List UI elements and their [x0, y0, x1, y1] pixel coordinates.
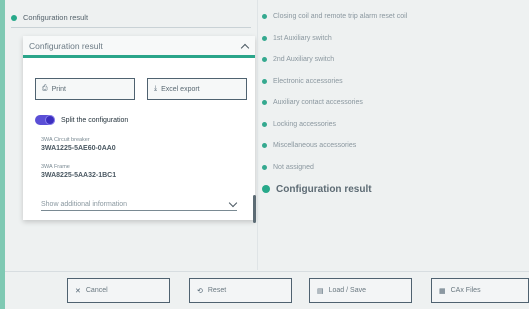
print-label: Print	[51, 85, 67, 93]
circuit-breaker-spec: 3WA Circuit breaker 3WA1225-5AE60-0AA0	[41, 137, 116, 152]
bullet-icon	[262, 57, 267, 63]
load-save-button[interactable]: ▤ Load / Save	[309, 278, 412, 303]
bullet-icon	[11, 14, 17, 21]
nav-item-label: Locking accessories	[273, 120, 337, 128]
nav-item[interactable]: Miscellaneous accessories	[262, 135, 407, 157]
spec-label: 3WA Circuit breaker	[41, 137, 90, 143]
left-column: Configuration result Configuration resul…	[5, 0, 255, 270]
chevron-down-icon	[229, 200, 237, 208]
panel-header[interactable]: Configuration result	[23, 36, 255, 58]
breadcrumb[interactable]: Configuration result	[11, 8, 251, 28]
cancel-label: Cancel	[85, 287, 108, 294]
nav-item-label: 2nd Auxiliary switch	[273, 56, 335, 64]
bullet-icon	[262, 164, 267, 170]
nav-item[interactable]: Electronic accessories	[262, 71, 407, 93]
bullet-icon	[262, 35, 267, 41]
nav-item-label: 1st Auxiliary switch	[273, 34, 332, 42]
load-save-label: Load / Save	[328, 287, 366, 294]
bullet-icon	[262, 143, 267, 149]
close-icon: ✕	[75, 287, 81, 295]
file-icon: ▦	[439, 287, 446, 295]
navigation-list: Closing coil and remote trip alarm reset…	[262, 6, 407, 200]
reset-button[interactable]: ⟲ Reset	[189, 278, 292, 303]
bullet-icon	[262, 78, 267, 84]
nav-item[interactable]: Locking accessories	[262, 114, 407, 136]
scrollbar-thumb[interactable]	[253, 195, 256, 223]
download-icon: ⤓	[154, 85, 158, 92]
nav-item[interactable]: 2nd Auxiliary switch	[262, 49, 407, 71]
spec-value: 3WA8225-5AA32-1BC1	[41, 172, 117, 179]
footer-divider	[5, 271, 529, 272]
folder-icon: ▤	[317, 287, 324, 295]
bullet-icon	[262, 185, 270, 193]
nav-item[interactable]: Closing coil and remote trip alarm reset…	[262, 6, 407, 28]
frame-spec: 3WA Frame 3WA8225-5AA32-1BC1	[41, 164, 116, 179]
export-buttons: ⎙ Print ⤓ Excel export	[35, 78, 247, 100]
print-button[interactable]: ⎙ Print	[35, 78, 135, 100]
nav-item[interactable]: 1st Auxiliary switch	[262, 28, 407, 50]
split-configuration-label: Split the configuration	[61, 116, 129, 124]
nav-item-label: Not assigned	[273, 163, 314, 171]
cax-files-button[interactable]: ▦ CAx Files	[431, 278, 529, 303]
split-configuration-row: Split the configuration	[35, 115, 128, 125]
reset-label: Reset	[207, 287, 227, 294]
nav-item-label: Miscellaneous accessories	[273, 142, 357, 150]
chevron-up-icon[interactable]	[241, 42, 249, 50]
nav-item-label: Auxiliary contact accessories	[273, 99, 363, 107]
nav-item-label: Electronic accessories	[273, 77, 343, 85]
nav-item[interactable]: Not assigned	[262, 157, 407, 179]
cancel-button[interactable]: ✕ Cancel	[67, 278, 170, 303]
spec-value: 3WA1225-5AE60-0AA0	[41, 145, 116, 152]
reset-icon: ⟲	[197, 287, 203, 295]
bullet-icon	[262, 14, 267, 20]
show-additional-info-dropdown[interactable]: Show additional information	[41, 198, 237, 211]
breadcrumb-label: Configuration result	[23, 13, 89, 22]
bullet-icon	[262, 121, 267, 127]
nav-item-active-label: Configuration result	[276, 183, 372, 195]
panel-title: Configuration result	[29, 40, 103, 51]
excel-export-button[interactable]: ⤓ Excel export	[147, 78, 247, 100]
split-configuration-toggle[interactable]	[35, 115, 55, 125]
nav-item-label: Closing coil and remote trip alarm reset…	[273, 13, 408, 21]
cax-files-label: CAx Files	[450, 287, 481, 294]
printer-icon: ⎙	[42, 85, 48, 92]
excel-label: Excel export	[161, 85, 200, 93]
nav-item-active[interactable]: Configuration result	[262, 178, 407, 200]
more-label: Show additional information	[41, 200, 127, 208]
spec-label: 3WA Frame	[41, 164, 70, 170]
nav-item[interactable]: Auxiliary contact accessories	[262, 92, 407, 114]
column-divider	[257, 0, 258, 270]
bullet-icon	[262, 100, 267, 106]
configuration-result-panel: Configuration result ⎙ Print ⤓ Excel exp…	[23, 36, 255, 220]
